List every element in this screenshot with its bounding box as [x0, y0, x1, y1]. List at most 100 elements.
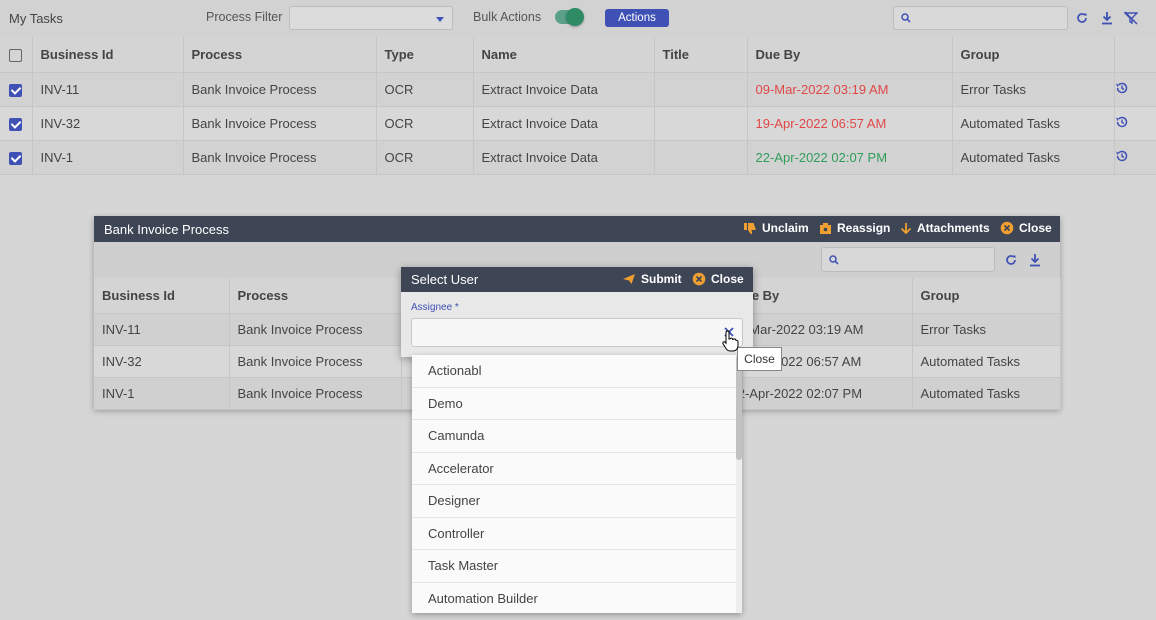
- cell-process: Bank Invoice Process: [183, 106, 377, 141]
- chevron-down-icon: [436, 17, 444, 22]
- checkbox[interactable]: [9, 117, 23, 131]
- cell-due-by: 09-Mar-2022 03:19 AM: [747, 72, 953, 107]
- column-header[interactable]: Type: [376, 37, 474, 73]
- toolbar: My Tasks Process Filter Bulk Actions Act…: [0, 0, 1156, 37]
- arrow-down-icon: [900, 222, 912, 234]
- attachments-label: Attachments: [917, 221, 990, 235]
- column-header[interactable]: Process: [229, 278, 402, 314]
- history-button[interactable]: [1114, 106, 1156, 141]
- row-checkbox-cell[interactable]: [0, 72, 33, 107]
- hand-cursor-icon: [722, 330, 739, 352]
- column-header[interactable]: Title: [654, 37, 748, 73]
- download-icon[interactable]: [1028, 253, 1042, 267]
- table-row[interactable]: INV-1 Bank Invoice Process OCR Extract I…: [0, 140, 1156, 175]
- cell-business-id: INV-1: [94, 377, 230, 410]
- dropdown-option[interactable]: Actionabl: [412, 355, 742, 388]
- cell-type: OCR: [376, 106, 474, 141]
- cell-process: Bank Invoice Process: [183, 72, 377, 107]
- column-header[interactable]: Business Id: [94, 278, 230, 314]
- search-input[interactable]: [893, 6, 1068, 30]
- cell-due-by: 09-Mar-2022 03:19 AM: [742, 313, 913, 346]
- assignee-label: Assignee *: [411, 302, 459, 313]
- unclaim-label: Unclaim: [762, 221, 809, 235]
- cell-type: OCR: [376, 140, 474, 175]
- assignee-input[interactable]: [411, 318, 743, 347]
- send-icon: [623, 274, 635, 284]
- table-row[interactable]: INV-11 Bank Invoice Process OCR Extract …: [0, 72, 1156, 107]
- table-row[interactable]: INV-32 Bank Invoice Process OCR Extract …: [0, 106, 1156, 141]
- dropdown-option[interactable]: Designer: [412, 485, 742, 518]
- column-header[interactable]: Group: [952, 37, 1115, 73]
- dropdown-option[interactable]: Controller: [412, 518, 742, 550]
- checkbox[interactable]: [9, 48, 23, 62]
- select-user-dialog: Select User Submit Close Assignee *: [401, 267, 753, 357]
- attachments-button[interactable]: Attachments: [900, 221, 990, 235]
- search-icon: [901, 13, 911, 23]
- history-button[interactable]: [1114, 140, 1156, 175]
- reassign-label: Reassign: [837, 221, 891, 235]
- panel-search-input[interactable]: [821, 247, 995, 272]
- column-header[interactable]: Group: [912, 278, 1061, 314]
- cell-business-id: INV-32: [94, 345, 230, 378]
- panel-close-button[interactable]: Close: [1000, 221, 1052, 235]
- column-header[interactable]: Name: [473, 37, 655, 73]
- actions-button[interactable]: Actions: [605, 9, 669, 27]
- panel-title: Bank Invoice Process: [104, 222, 230, 237]
- cell-name: Extract Invoice Data: [473, 140, 655, 175]
- unclaim-button[interactable]: Unclaim: [743, 221, 809, 235]
- dropdown-option[interactable]: Automation Builder: [412, 583, 742, 614]
- dialog-close-button[interactable]: Close: [692, 272, 744, 286]
- column-header[interactable]: Process: [183, 37, 377, 73]
- select-all-checkbox[interactable]: [0, 37, 33, 73]
- history-button[interactable]: [1114, 72, 1156, 107]
- row-checkbox-cell[interactable]: [0, 106, 33, 141]
- checkbox[interactable]: [9, 83, 23, 97]
- process-filter-label: Process Filter: [206, 10, 283, 24]
- search-icon: [829, 255, 839, 265]
- cell-group: Automated Tasks: [912, 377, 1061, 410]
- download-icon[interactable]: [1100, 11, 1114, 25]
- cell-group: Error Tasks: [952, 72, 1115, 107]
- history-icon: [1115, 82, 1127, 93]
- refresh-icon[interactable]: [1075, 11, 1089, 25]
- submit-button[interactable]: Submit: [622, 272, 682, 286]
- close-icon: [692, 272, 706, 286]
- column-header[interactable]: Due By: [742, 278, 913, 314]
- process-filter-select[interactable]: [289, 6, 453, 30]
- submit-label: Submit: [641, 272, 682, 286]
- history-icon: [1115, 150, 1127, 161]
- dropdown-option[interactable]: Accelerator: [412, 453, 742, 485]
- checkbox[interactable]: [9, 151, 23, 165]
- cell-title: [654, 140, 748, 175]
- page-title: My Tasks: [9, 11, 63, 26]
- dialog-header: Select User Submit Close: [401, 267, 753, 292]
- close-icon: [1000, 221, 1014, 235]
- close-tooltip: Close: [737, 347, 782, 371]
- dialog-title: Select User: [411, 272, 479, 287]
- cell-group: Error Tasks: [912, 313, 1061, 346]
- bulk-actions-toggle[interactable]: [555, 8, 584, 26]
- cell-business-id: INV-11: [32, 72, 184, 107]
- refresh-icon[interactable]: [1004, 253, 1018, 267]
- clear-filter-icon[interactable]: [1124, 11, 1138, 25]
- dropdown-scrollbar[interactable]: [736, 355, 742, 613]
- cell-type: OCR: [376, 72, 474, 107]
- reassign-button[interactable]: Reassign: [819, 221, 890, 235]
- due-by-value: 22-Apr-2022 02:07 PM: [742, 385, 863, 401]
- column-header[interactable]: Due By: [747, 37, 953, 73]
- dropdown-option[interactable]: Demo: [412, 388, 742, 420]
- dropdown-option[interactable]: Task Master: [412, 550, 742, 583]
- cell-business-id: INV-11: [94, 313, 230, 346]
- row-checkbox-cell[interactable]: [0, 140, 33, 175]
- cell-process: Bank Invoice Process: [229, 377, 402, 410]
- close-label: Close: [711, 272, 744, 286]
- panel-header: Bank Invoice Process Unclaim Reassign At…: [94, 216, 1060, 242]
- dropdown-option[interactable]: Camunda: [412, 420, 742, 453]
- cell-process: Bank Invoice Process: [229, 345, 402, 378]
- cell-process: Bank Invoice Process: [183, 140, 377, 175]
- table-header-row: Business Id Process Type Name Title Due …: [0, 37, 1156, 73]
- cell-due-by: 19-Apr-2022 06:57 AM: [747, 106, 953, 141]
- column-header[interactable]: Business Id: [32, 37, 184, 73]
- thumbs-down-icon: [744, 222, 756, 234]
- assignee-dropdown: Actionabl Demo Camunda Accelerator Desig…: [412, 355, 742, 613]
